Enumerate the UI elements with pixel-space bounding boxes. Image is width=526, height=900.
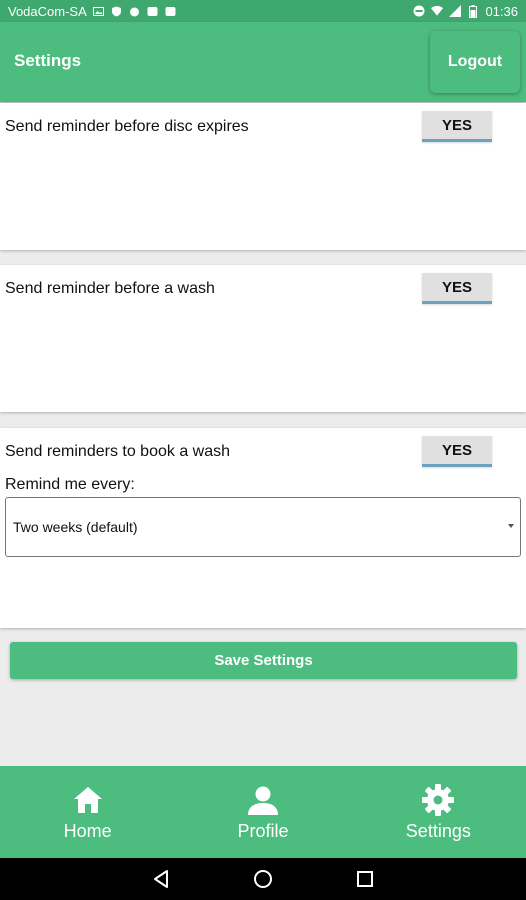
logout-button[interactable]: Logout	[430, 31, 520, 93]
shield-notification-icon	[111, 5, 123, 17]
nav-label-home: Home	[63, 820, 112, 841]
person-icon	[247, 786, 278, 815]
dropdown-caret-icon	[508, 524, 514, 528]
cell-signal-icon	[449, 5, 462, 17]
system-nav-bar	[0, 858, 526, 900]
do-not-disturb-icon	[413, 5, 425, 17]
nav-item-home[interactable]: Home	[0, 766, 175, 858]
wash-reminder-label: Send reminder before a wash	[5, 280, 215, 297]
carrier-name: VodaCom-SA	[8, 3, 87, 19]
book-reminder-label: Send reminders to book a wash	[5, 443, 231, 460]
status-bar: VodaCom-SA 01:36	[0, 0, 526, 22]
disc-reminder-card: Send reminder before disc expires YES	[0, 103, 526, 250]
app-bar: Settings Logout	[0, 22, 526, 102]
reminder-frequency-select[interactable]: Two weeks (default)	[5, 497, 521, 557]
book-reminder-card: Send reminders to book a wash YES Remind…	[0, 428, 526, 628]
wifi-icon	[431, 5, 444, 17]
image-notification-icon	[93, 5, 105, 17]
app-notification-icon	[129, 5, 141, 17]
back-triangle-icon	[154, 870, 168, 888]
save-settings-button[interactable]: Save Settings	[10, 642, 517, 679]
wash-reminder-toggle[interactable]: YES	[422, 273, 492, 304]
clock: 01:36	[485, 3, 518, 19]
nav-label-settings: Settings	[405, 820, 471, 841]
home-circle-icon	[254, 870, 272, 888]
book-reminder-toggle[interactable]: YES	[422, 436, 492, 467]
chat-notification-icon	[147, 5, 159, 17]
back-button[interactable]	[149, 867, 173, 891]
disc-reminder-label: Send reminder before disc expires	[5, 118, 249, 135]
reminder-frequency-value: Two weeks (default)	[13, 519, 138, 535]
home-system-button[interactable]	[251, 867, 275, 891]
disc-reminder-toggle[interactable]: YES	[422, 111, 492, 142]
bottom-nav: Home Profile Settings	[0, 766, 526, 858]
chat-notification-icon-2	[165, 5, 177, 17]
gear-icon	[422, 783, 455, 816]
nav-item-settings[interactable]: Settings	[351, 766, 526, 858]
battery-icon	[467, 4, 479, 18]
recents-square-icon	[357, 871, 373, 887]
page-title: Settings	[14, 51, 82, 70]
recents-button[interactable]	[353, 867, 377, 891]
wash-reminder-card: Send reminder before a wash YES	[0, 265, 526, 412]
nav-label-profile: Profile	[237, 820, 289, 841]
nav-item-profile[interactable]: Profile	[175, 766, 350, 858]
remind-every-label: Remind me every:	[5, 476, 135, 493]
home-icon	[73, 786, 102, 813]
